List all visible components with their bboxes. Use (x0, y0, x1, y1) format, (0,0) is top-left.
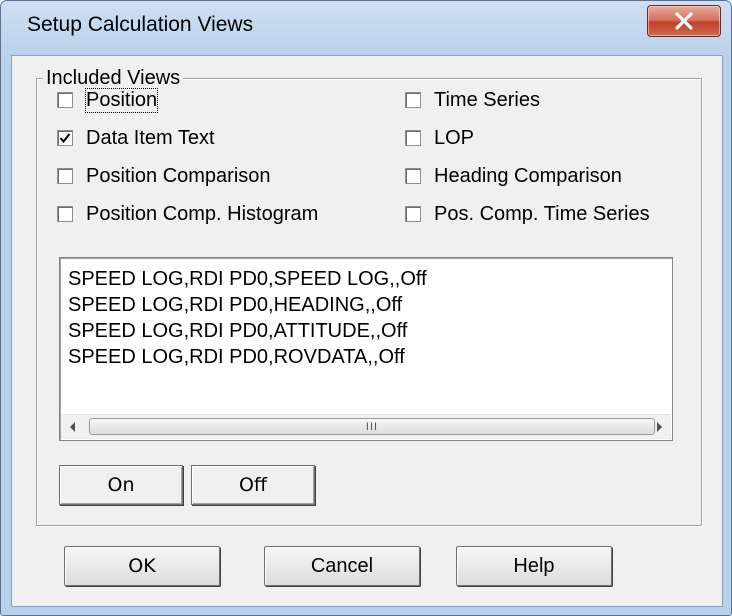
checkbox-pos-comp-time-series[interactable]: Pos. Comp. Time Series (405, 201, 650, 227)
cancel-button-label: Cancel (310, 554, 374, 577)
ok-button[interactable]: OK (64, 546, 220, 586)
scroll-thumb-grip: III (365, 421, 379, 433)
checkbox-box[interactable] (405, 130, 421, 146)
checkbox-heading-comparison[interactable]: Heading Comparison (405, 163, 622, 189)
checkbox-box[interactable] (405, 206, 421, 222)
checkbox-label: Position Comp. Histogram (86, 202, 319, 225)
checkbox-lop[interactable]: LOP (405, 125, 474, 151)
checkbox-label: Data Item Text (86, 126, 215, 149)
close-button[interactable] (647, 5, 721, 37)
checkbox-label: Position Comparison (86, 164, 271, 187)
checkbox-label: Pos. Comp. Time Series (434, 202, 650, 225)
checkbox-label: Time Series (434, 88, 540, 111)
list-item[interactable]: SPEED LOG,RDI PD0,HEADING,,Off (68, 294, 402, 317)
ok-button-label: OK (128, 555, 156, 577)
checkbox-data-item-text[interactable]: Data Item Text (57, 125, 215, 151)
help-button[interactable]: Help (456, 546, 612, 586)
checkbox-position-comp-histogram[interactable]: Position Comp. Histogram (57, 201, 318, 227)
checkbox-label: Position (84, 87, 159, 113)
checkbox-time-series[interactable]: Time Series (405, 87, 540, 113)
close-icon (675, 12, 693, 30)
arrow-right-icon (657, 422, 662, 432)
list-item[interactable]: SPEED LOG,RDI PD0,ATTITUDE,,Off (68, 320, 407, 343)
checkbox-box[interactable] (405, 168, 421, 184)
dialog-window: Setup Calculation Views Included Views P… (0, 0, 732, 616)
title-bar[interactable]: Setup Calculation Views (1, 1, 731, 55)
checkbox-box[interactable] (57, 92, 73, 108)
scroll-left-button[interactable] (61, 415, 85, 439)
dialog-title: Setup Calculation Views (27, 13, 254, 36)
checkbox-box[interactable] (57, 168, 73, 184)
cancel-button[interactable]: Cancel (264, 546, 420, 586)
views-listbox[interactable]: SPEED LOG,RDI PD0,SPEED LOG,,Off SPEED L… (59, 257, 673, 441)
checkbox-position[interactable]: Position (57, 87, 159, 113)
scroll-thumb[interactable]: III (89, 418, 655, 435)
off-button-label: Off (238, 474, 268, 496)
off-button[interactable]: Off (191, 465, 315, 505)
on-button-label: On (107, 474, 135, 496)
arrow-left-icon (70, 422, 75, 432)
help-button-label: Help (513, 554, 555, 577)
checkbox-position-comparison[interactable]: Position Comparison (57, 163, 271, 189)
dialog-client-area: Included Views Position Time Series Data… (11, 55, 723, 607)
list-item[interactable]: SPEED LOG,RDI PD0,ROVDATA,,Off (68, 346, 405, 369)
checkbox-label: LOP (434, 126, 475, 149)
checkbox-box[interactable] (405, 92, 421, 108)
checkmark-icon (59, 133, 71, 144)
included-views-group: Included Views Position Time Series Data… (36, 67, 702, 526)
horizontal-scrollbar[interactable]: III (61, 414, 671, 439)
checkbox-label: Heading Comparison (434, 164, 622, 187)
checkbox-box[interactable] (57, 206, 73, 222)
on-button[interactable]: On (59, 465, 183, 505)
scroll-right-button[interactable] (647, 415, 671, 439)
list-item[interactable]: SPEED LOG,RDI PD0,SPEED LOG,,Off (68, 268, 427, 291)
checkbox-box[interactable] (57, 130, 73, 146)
